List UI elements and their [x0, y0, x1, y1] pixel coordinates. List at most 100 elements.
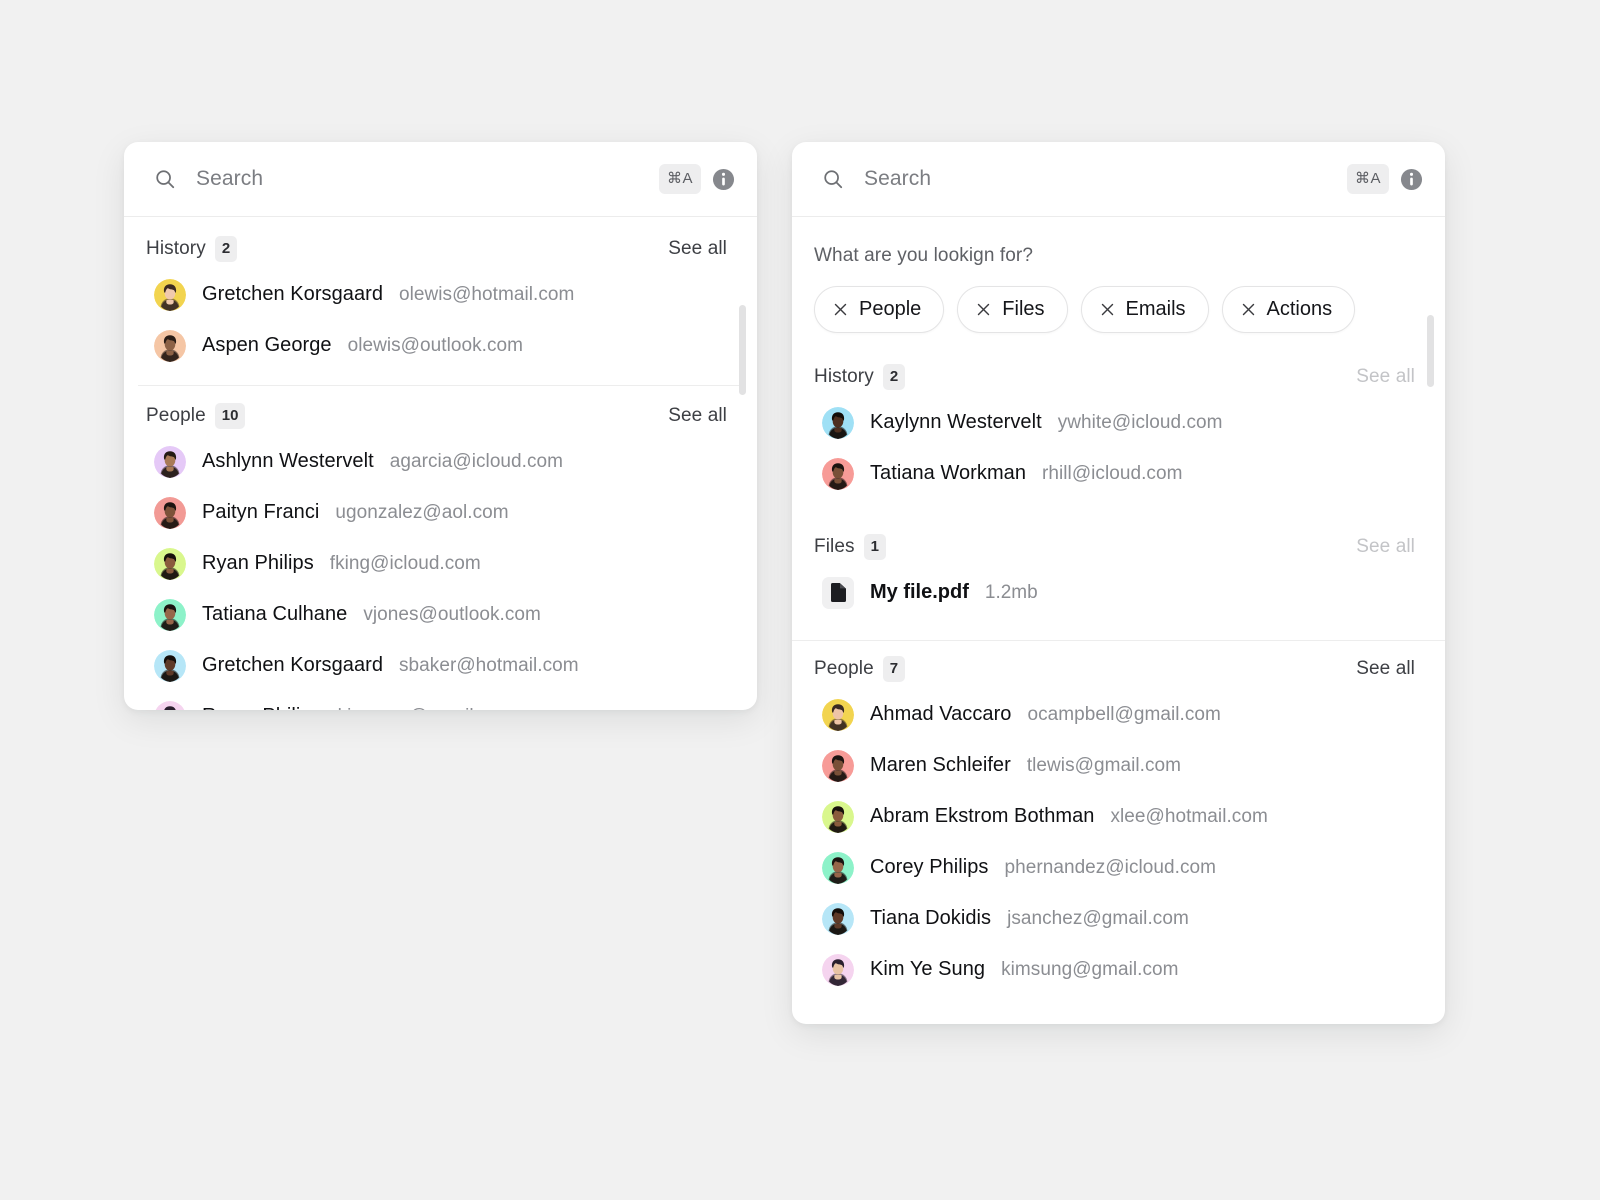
person-name: Gretchen Korsgaard: [202, 283, 383, 305]
results-scroll-area-left[interactable]: History 2 See all Gretchen Korsgaard ole…: [124, 217, 757, 710]
search-icon: [154, 168, 176, 190]
filter-chips: People Files Emails Actions: [814, 286, 1415, 333]
person-email: kimsung@gmail.com: [338, 706, 515, 711]
list-item[interactable]: Roger Philips kimsung@gmail.com: [146, 691, 735, 710]
list-item[interactable]: Tatiana Workman rhill@icloud.com: [814, 448, 1423, 499]
search-panel-left: ⌘A History 2 See all Gretc: [124, 142, 757, 710]
results-scroll-area-right[interactable]: What are you lookign for? People Files E…: [792, 217, 1445, 1024]
person-name: Tatiana Culhane: [202, 603, 348, 625]
avatar: [154, 547, 186, 580]
avatar: [154, 598, 186, 631]
close-icon[interactable]: [1100, 302, 1115, 317]
filter-chip-label: People: [859, 298, 922, 320]
list-item[interactable]: Aspen George olewis@outlook.com: [146, 320, 735, 371]
avatar: [822, 406, 854, 439]
section-divider: [138, 385, 743, 386]
list-item[interactable]: Gretchen Korsgaard olewis@hotmail.com: [146, 269, 735, 320]
list-item[interactable]: Maren Schleifer tlewis@gmail.com: [814, 740, 1423, 791]
avatar: [154, 496, 186, 529]
avatar: [822, 902, 854, 935]
section-header: History 2 See all: [146, 229, 735, 269]
person-name: Ryan Philips: [202, 552, 314, 574]
person-name: Gretchen Korsgaard: [202, 654, 383, 676]
section-header: People 7 See all: [814, 649, 1423, 689]
divider-wrap: [124, 385, 757, 386]
person-email: vjones@outlook.com: [363, 603, 541, 625]
filter-chip-people[interactable]: People: [814, 286, 945, 333]
file-size: 1.2mb: [984, 581, 1038, 603]
see-all-link[interactable]: See all: [668, 405, 727, 427]
section-people: People 7 See all Ahmad Vaccaro ocampbell…: [792, 649, 1445, 995]
section-title: People: [814, 658, 874, 679]
filter-chip-files[interactable]: Files: [957, 286, 1068, 333]
person-email: kimsung@gmail.com: [1001, 958, 1179, 980]
filter-chip-emails[interactable]: Emails: [1080, 286, 1209, 333]
info-icon[interactable]: [1400, 168, 1423, 191]
section-title: History: [814, 366, 874, 387]
section-history: History 2 See all Kaylynn Westervelt ywh…: [792, 357, 1445, 499]
see-all-link[interactable]: See all: [1356, 366, 1415, 388]
filter-chip-actions[interactable]: Actions: [1221, 286, 1356, 333]
list-item[interactable]: Tiana Dokidis jsanchez@gmail.com: [814, 893, 1423, 944]
section-divider: [792, 640, 1445, 641]
list-item[interactable]: Ryan Philips fking@icloud.com: [146, 538, 735, 589]
list-item[interactable]: Ahmad Vaccaro ocampbell@gmail.com: [814, 689, 1423, 740]
section-history: History 2 See all Gretchen Korsgaard ole…: [124, 217, 757, 371]
section-count-badge: 10: [214, 403, 246, 429]
filter-prompt-block: What are you lookign for? People Files E…: [792, 217, 1445, 333]
list-item[interactable]: Tatiana Culhane vjones@outlook.com: [146, 589, 735, 640]
avatar: [822, 800, 854, 833]
search-icon: [822, 168, 844, 190]
avatar: [154, 329, 186, 362]
scrollbar-thumb[interactable]: [1427, 315, 1434, 387]
prompt-label: What are you lookign for?: [814, 245, 1034, 266]
section-people: People 10 See all Ashlynn Westervelt aga…: [124, 396, 757, 710]
list-item[interactable]: Kim Ye Sung kimsung@gmail.com: [814, 944, 1423, 995]
list-item[interactable]: Abram Ekstrom Bothman xlee@hotmail.com: [814, 791, 1423, 842]
section-header: People 10 See all: [146, 396, 735, 436]
see-all-link[interactable]: See all: [1356, 658, 1415, 680]
search-bar-right: ⌘A: [792, 142, 1445, 217]
search-input[interactable]: [864, 167, 1347, 191]
list-item[interactable]: Paityn Franci ugonzalez@aol.com: [146, 487, 735, 538]
scrollbar-thumb[interactable]: [739, 305, 746, 395]
list-item[interactable]: Gretchen Korsgaard sbaker@hotmail.com: [146, 640, 735, 691]
avatar: [822, 953, 854, 986]
list-item[interactable]: Ashlynn Westervelt agarcia@icloud.com: [146, 436, 735, 487]
search-panel-right: ⌘A What are you lookign for?: [792, 142, 1445, 1024]
divider-wrap: [792, 640, 1445, 641]
avatar: [154, 278, 186, 311]
info-icon[interactable]: [712, 168, 735, 191]
list-item[interactable]: Kaylynn Westervelt ywhite@icloud.com: [814, 397, 1423, 448]
person-name: Roger Philips: [202, 705, 322, 710]
person-email: jsanchez@gmail.com: [1007, 907, 1189, 929]
shortcut-badge[interactable]: ⌘A: [658, 164, 701, 194]
person-name: Ashlynn Westervelt: [202, 450, 374, 472]
list-item[interactable]: My file.pdf 1.2mb: [814, 567, 1423, 618]
filter-chip-label: Files: [1002, 298, 1045, 320]
search-bar-actions: ⌘A: [1346, 164, 1423, 194]
avatar: [154, 700, 186, 710]
section-header: Files 1 See all: [814, 527, 1423, 567]
list-item[interactable]: Corey Philips phernandez@icloud.com: [814, 842, 1423, 893]
person-email: olewis@hotmail.com: [399, 283, 575, 305]
avatar: [154, 445, 186, 478]
section-files: Files 1 See all My file.pdf 1.2mb: [792, 527, 1445, 618]
section-title: People: [146, 405, 206, 426]
section-title: History: [146, 238, 206, 259]
close-icon[interactable]: [976, 302, 991, 317]
person-email: xlee@hotmail.com: [1110, 805, 1268, 827]
see-all-link[interactable]: See all: [668, 238, 727, 260]
shortcut-badge[interactable]: ⌘A: [1346, 164, 1389, 194]
person-email: ywhite@icloud.com: [1057, 411, 1223, 433]
avatar: [822, 698, 854, 731]
see-all-link[interactable]: See all: [1356, 536, 1415, 558]
app-stage: ⌘A History 2 See all Gretc: [0, 0, 1600, 1200]
close-icon[interactable]: [833, 302, 848, 317]
person-name: Ahmad Vaccaro: [870, 703, 1012, 725]
search-input[interactable]: [196, 167, 659, 191]
close-icon[interactable]: [1241, 302, 1256, 317]
section-count-badge: 2: [214, 236, 238, 262]
section-count-badge: 1: [863, 534, 886, 560]
person-email: sbaker@hotmail.com: [399, 654, 579, 676]
